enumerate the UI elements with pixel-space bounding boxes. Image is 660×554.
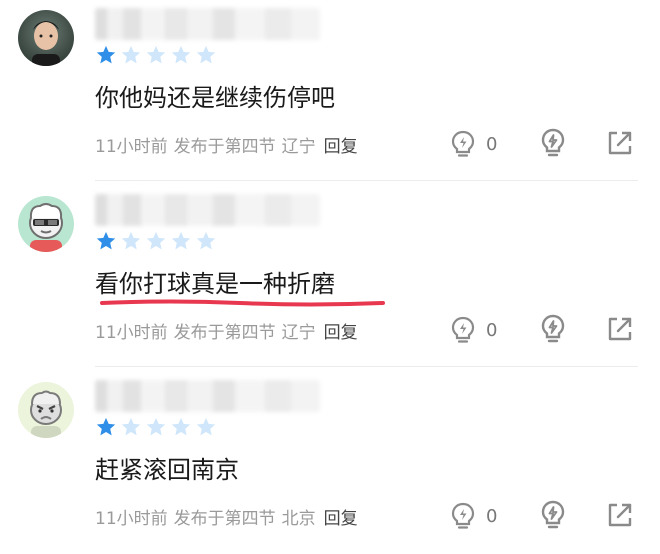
star-filled-icon (96, 45, 116, 64)
bulb-action-button[interactable] (537, 499, 569, 531)
comment-meta: 11小时前 发布于第四节 辽宁 回复 (95, 130, 364, 158)
star-empty-icon (146, 231, 166, 250)
star-empty-icon (196, 417, 216, 436)
divider (95, 366, 638, 367)
star-empty-icon (171, 45, 191, 64)
star-rating (95, 228, 217, 254)
timestamp: 11小时前 (95, 136, 168, 157)
external-link-icon (608, 131, 632, 155)
posted-in: 发布于第四节 (173, 508, 276, 529)
reply-button[interactable]: 回复 (324, 318, 358, 343)
lightbulb-bolt-icon (451, 316, 475, 343)
star-empty-icon (146, 417, 166, 436)
bulb-icon (541, 500, 565, 529)
like-button[interactable]: 0 (448, 500, 497, 532)
open-link-button[interactable] (606, 315, 634, 343)
bulb-action-button[interactable] (537, 313, 569, 345)
avatar[interactable] (18, 382, 74, 438)
location: 北京 (281, 508, 316, 529)
avatar[interactable] (18, 10, 74, 66)
reply-button[interactable]: 回复 (324, 132, 358, 157)
star-filled-icon (96, 231, 116, 250)
like-count: 0 (486, 505, 498, 527)
avatar[interactable] (18, 196, 74, 252)
username-blurred[interactable] (95, 8, 320, 40)
star-filled-icon (96, 417, 116, 436)
red-underline-annotation (100, 299, 385, 307)
star-empty-icon (146, 45, 166, 64)
comment-text: 赶紧滚回南京 (95, 456, 239, 484)
timestamp: 11小时前 (95, 508, 168, 529)
reply-button[interactable]: 回复 (324, 504, 358, 529)
comment-item: 看你打球真是一种折磨 11小时前 发布于第四节 辽宁 回复 0 (0, 186, 660, 368)
bulb-icon (541, 128, 565, 157)
posted-in: 发布于第四节 (173, 136, 276, 157)
posted-in: 发布于第四节 (173, 322, 276, 343)
comment-item: 赶紧滚回南京 11小时前 发布于第四节 北京 回复 0 (0, 372, 660, 554)
star-empty-icon (196, 45, 216, 64)
bulb-action-button[interactable] (537, 127, 569, 159)
open-link-button[interactable] (606, 501, 634, 529)
username-blurred[interactable] (95, 194, 320, 226)
username-blurred[interactable] (95, 380, 320, 412)
like-count: 0 (486, 133, 498, 155)
like-count: 0 (486, 319, 498, 341)
star-empty-icon (196, 231, 216, 250)
comment-item: 你他妈还是继续伤停吧 11小时前 发布于第四节 辽宁 回复 0 (0, 0, 660, 182)
location: 辽宁 (281, 136, 316, 157)
divider (95, 180, 638, 181)
star-empty-icon (171, 417, 191, 436)
star-empty-icon (121, 417, 141, 436)
bulb-icon (541, 314, 565, 343)
comment-text: 你他妈还是继续伤停吧 (95, 84, 335, 112)
open-link-button[interactable] (606, 129, 634, 157)
external-link-icon (608, 503, 632, 527)
like-button[interactable]: 0 (448, 128, 497, 160)
star-rating (95, 42, 217, 68)
external-link-icon (608, 317, 632, 341)
location: 辽宁 (281, 322, 316, 343)
comment-meta: 11小时前 发布于第四节 辽宁 回复 (95, 316, 364, 344)
comment-text: 看你打球真是一种折磨 (95, 270, 335, 298)
star-rating (95, 414, 217, 440)
timestamp: 11小时前 (95, 322, 168, 343)
lightbulb-bolt-icon (451, 130, 475, 157)
star-empty-icon (121, 45, 141, 64)
star-empty-icon (171, 231, 191, 250)
comment-meta: 11小时前 发布于第四节 北京 回复 (95, 502, 364, 530)
lightbulb-bolt-icon (451, 502, 475, 529)
like-button[interactable]: 0 (448, 314, 497, 346)
star-empty-icon (121, 231, 141, 250)
